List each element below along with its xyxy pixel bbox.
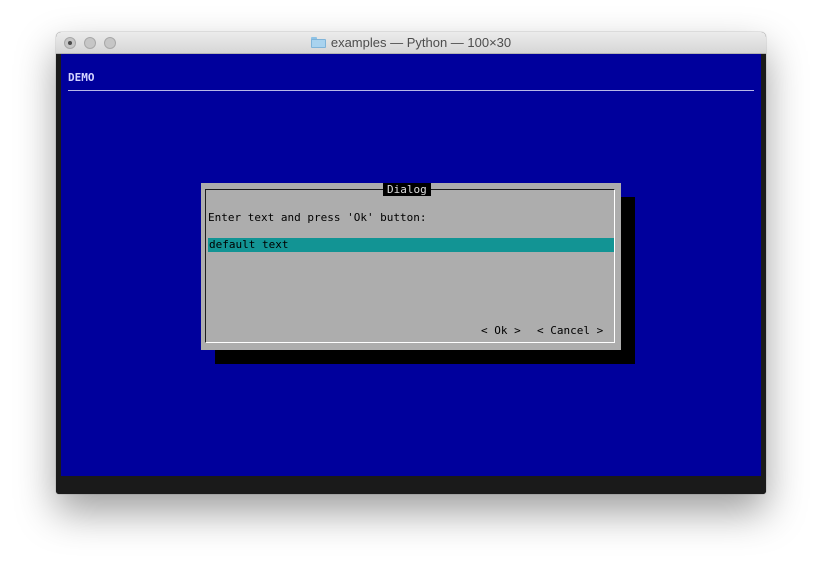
window-bottom-bar [56,476,766,494]
terminal-window: examples — Python — 100×30 DEMO Dialog E… [56,32,766,494]
window-title: examples — Python — 100×30 [330,35,512,50]
folder-icon [310,37,326,48]
terminal-screen[interactable]: DEMO Dialog Enter text and press 'Ok' bu… [61,54,761,476]
window-title-container: examples — Python — 100×30 [56,35,766,50]
text-input-field[interactable]: default text [208,238,614,252]
backtitle: DEMO [68,71,95,84]
dialog-prompt: Enter text and press 'Ok' button: [208,211,427,224]
dialog-title: Dialog [383,183,431,196]
ok-button[interactable]: < Ok > [481,324,521,337]
input-dialog: Dialog Enter text and press 'Ok' button:… [201,183,621,350]
cancel-button[interactable]: < Cancel > [537,324,603,337]
title-bar[interactable]: examples — Python — 100×30 [56,32,766,54]
backtitle-divider [68,90,754,91]
